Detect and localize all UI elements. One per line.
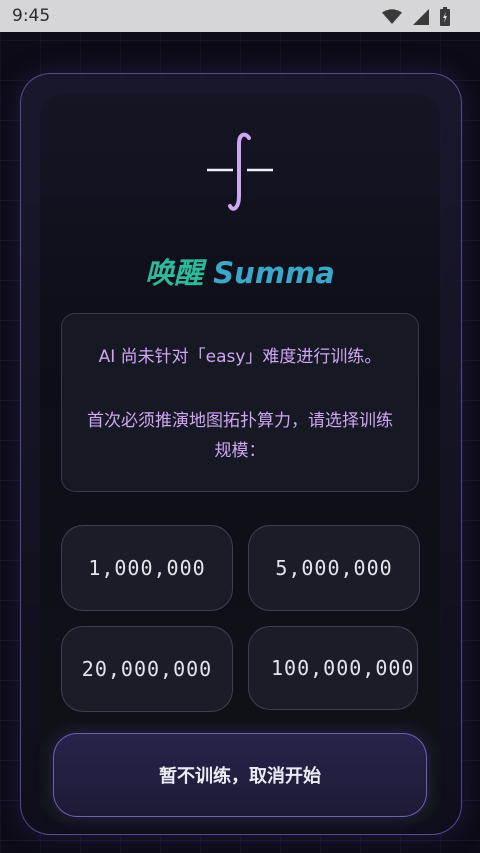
option-5m-button[interactable]: 5,000,000 — [248, 525, 420, 611]
skip-training-button[interactable]: 暂不训练，取消开始 — [53, 733, 427, 817]
message-box: AI 尚未针对「easy」难度进行训练。 首次必须推演地图拓扑算力，请选择训练规… — [61, 313, 419, 492]
status-bar: 9:45 — [0, 0, 480, 32]
title-cn: 唤醒 — [145, 256, 204, 290]
message-line-2: 首次必须推演地图拓扑算力，请选择训练规模： — [87, 411, 393, 461]
option-100m-button[interactable]: 100,000,000 — [248, 626, 418, 710]
battery-charging-icon — [440, 7, 450, 30]
message-line-1: AI 尚未针对「easy」难度进行训练。 — [98, 347, 382, 367]
option-1m-button[interactable]: 1,000,000 — [61, 525, 233, 611]
status-time: 9:45 — [12, 6, 51, 26]
option-20m-button[interactable]: 20,000,000 — [61, 626, 233, 712]
status-icons — [382, 7, 450, 30]
signal-icon — [412, 8, 430, 30]
wifi-icon — [382, 8, 402, 29]
training-screen: 9:45 唤醒 Summa AI 尚未针对「easy」难度进行训练。 首次必须推… — [0, 0, 480, 853]
integral-icon — [205, 130, 275, 215]
page-title: 唤醒 Summa — [0, 250, 480, 292]
title-en: Summa — [213, 256, 335, 290]
